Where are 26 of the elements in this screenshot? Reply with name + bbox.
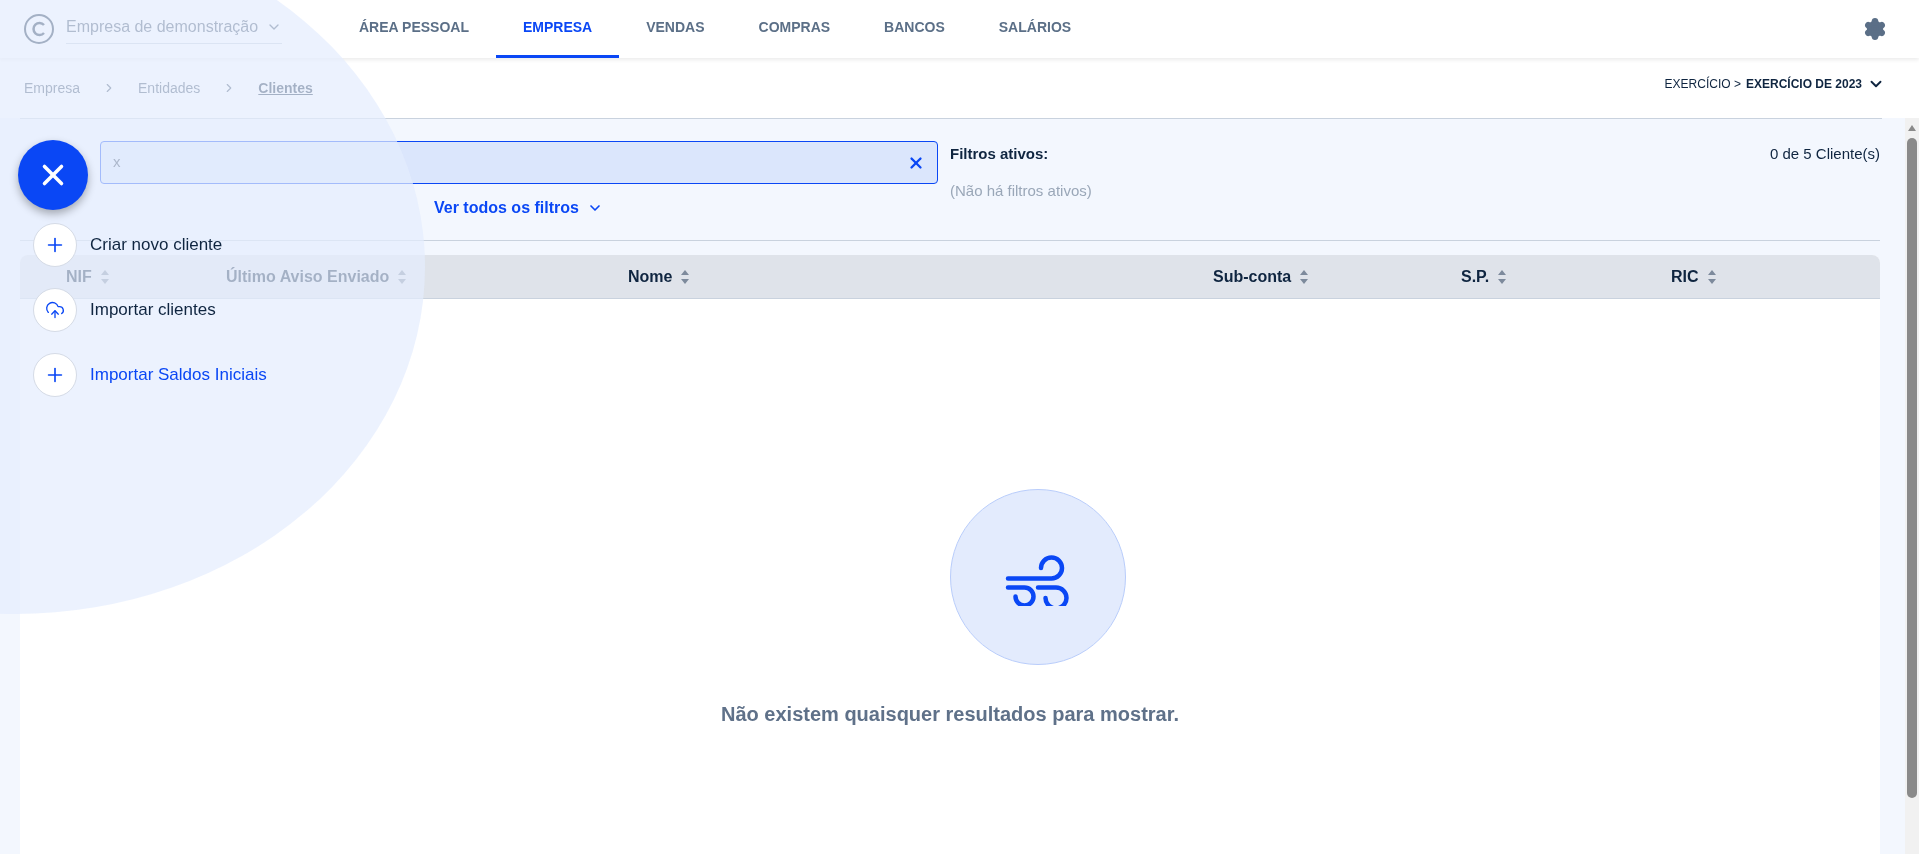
sort-icon[interactable] <box>1706 268 1717 285</box>
nav-tab[interactable]: ÁREA PESSOAL <box>332 0 496 58</box>
column-header[interactable]: S.P. <box>1461 264 1490 289</box>
sort-icon[interactable] <box>1497 268 1508 285</box>
sort-icon[interactable] <box>1299 268 1310 285</box>
scrollbar[interactable] <box>1905 118 1919 854</box>
column-header[interactable]: Nome <box>628 264 673 289</box>
settings-icon[interactable] <box>1863 17 1887 41</box>
menu-action[interactable]: Importar clientes <box>90 297 216 323</box>
filters-title: Filtros ativos: <box>950 144 1050 164</box>
menu-action[interactable]: Importar Saldos Iniciais <box>90 362 267 388</box>
column-header[interactable]: RIC <box>1671 264 1699 289</box>
empty-message: Não existem quaisquer resultados para mostrar. <box>721 702 1179 727</box>
nav-tab[interactable]: VENDAS <box>619 0 732 58</box>
column-header[interactable]: Sub-conta <box>1213 264 1292 289</box>
sort-icon[interactable] <box>680 268 691 285</box>
no-filters-text: (Não há filtros ativos) <box>950 180 1092 201</box>
nav-tab[interactable]: BANCOS <box>857 0 972 58</box>
menu-action[interactable]: Criar novo cliente <box>90 232 223 258</box>
scroll-up-icon[interactable] <box>1907 124 1917 132</box>
nav-tab[interactable]: COMPRAS <box>731 0 858 58</box>
fiscal-year-selector[interactable]: EXERCÍCIO > EXERCÍCIO DE 2023 <box>1664 75 1885 93</box>
results-count: 0 de 5 Cliente(s) <box>1769 144 1880 164</box>
nav-tab[interactable]: SALÁRIOS <box>971 0 1099 58</box>
cloud-upload-icon <box>45 300 65 320</box>
filters-link[interactable]: Ver todos os filtros <box>434 196 603 220</box>
